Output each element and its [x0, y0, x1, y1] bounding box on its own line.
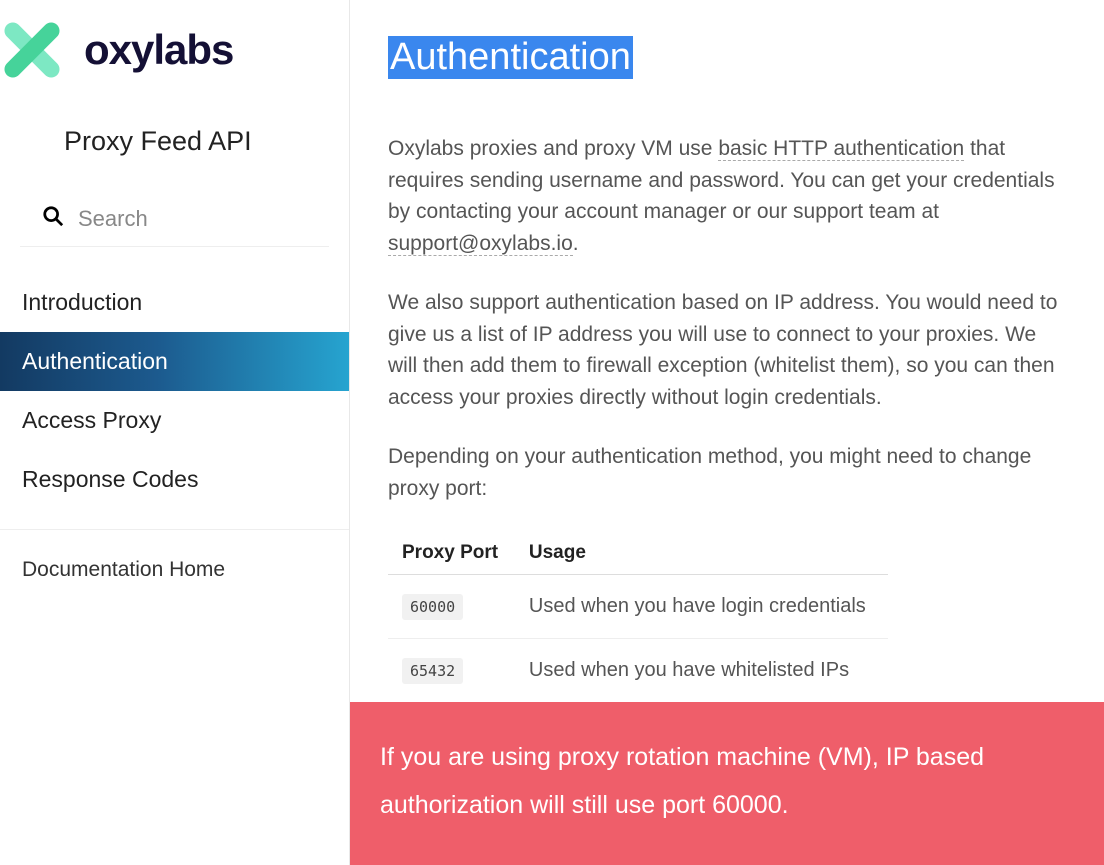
search-row[interactable] [20, 197, 329, 247]
sidebar-item-access-proxy[interactable]: Access Proxy [0, 391, 349, 450]
brand-name: oxylabs [84, 26, 233, 74]
basic-http-auth-link[interactable]: basic HTTP authentication [718, 137, 964, 161]
documentation-home-link[interactable]: Documentation Home [0, 530, 349, 610]
logo-icon [0, 18, 64, 82]
paragraph-1: Oxylabs proxies and proxy VM use basic H… [388, 133, 1066, 259]
p1-text-a: Oxylabs proxies and proxy VM use [388, 137, 718, 160]
table-row: 60000 Used when you have login credentia… [388, 575, 888, 639]
proxy-port-table: Proxy Port Usage 60000 Used when you hav… [388, 532, 888, 703]
search-icon [42, 205, 64, 232]
table-row: 65432 Used when you have whitelisted IPs [388, 639, 888, 703]
p1-text-c: . [573, 232, 579, 255]
callout-warning: If you are using proxy rotation machine … [350, 702, 1104, 865]
sidebar-nav: Introduction Authentication Access Proxy… [0, 273, 349, 610]
table-header-proxy-port: Proxy Port [388, 532, 515, 575]
support-email-link[interactable]: support@oxylabs.io [388, 232, 573, 256]
table-header-usage: Usage [515, 532, 888, 575]
main-content: Authentication Oxylabs proxies and proxy… [350, 0, 1104, 865]
brand[interactable]: oxylabs [0, 0, 349, 112]
port-value: 60000 [402, 594, 463, 620]
port-usage: Used when you have whitelisted IPs [515, 639, 888, 703]
paragraph-2: We also support authentication based on … [388, 287, 1066, 413]
sidebar-item-introduction[interactable]: Introduction [0, 273, 349, 332]
sidebar-item-authentication[interactable]: Authentication [0, 332, 349, 391]
port-value: 65432 [402, 658, 463, 684]
api-title: Proxy Feed API [0, 112, 349, 197]
search-input[interactable] [78, 206, 366, 232]
sidebar: oxylabs Proxy Feed API Introduction Auth… [0, 0, 350, 865]
page-title: Authentication [388, 36, 633, 79]
port-usage: Used when you have login credentials [515, 575, 888, 639]
paragraph-3: Depending on your authentication method,… [388, 441, 1066, 504]
sidebar-item-response-codes[interactable]: Response Codes [0, 450, 349, 509]
